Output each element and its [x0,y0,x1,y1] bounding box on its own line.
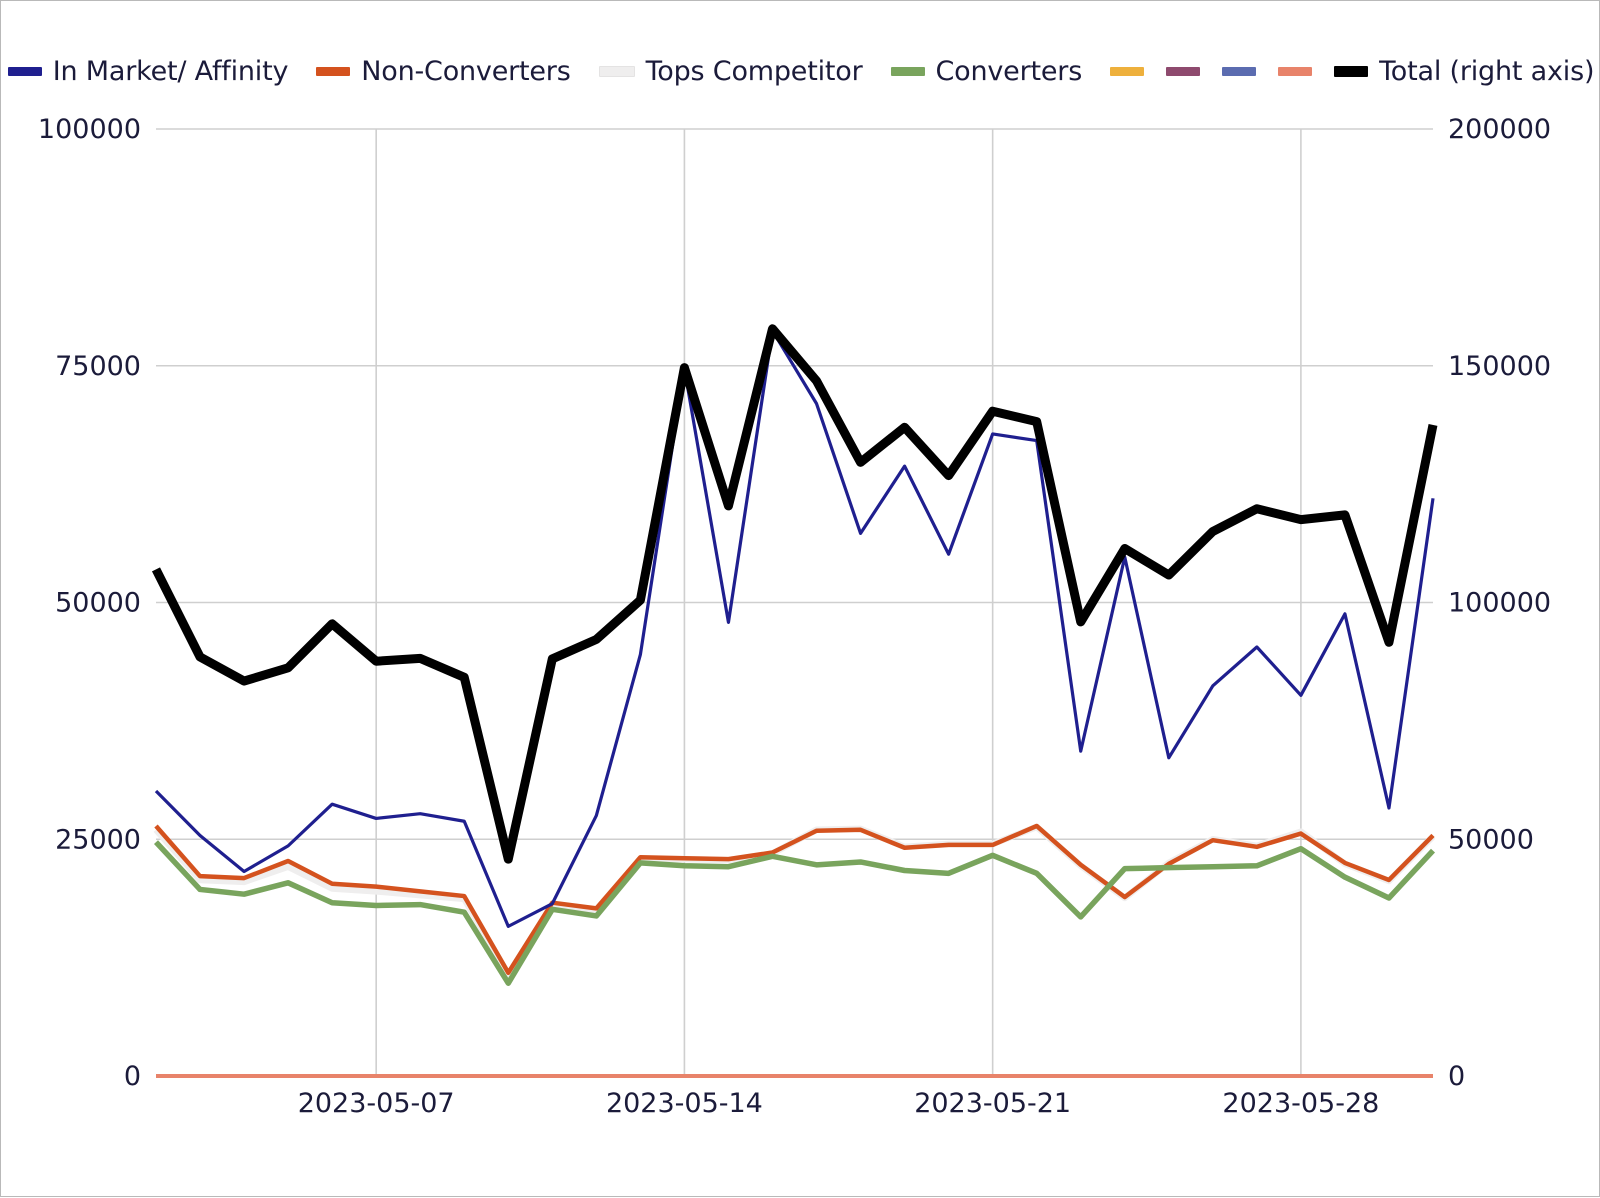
series-line-non-converters [154,823,1435,976]
series-line-total-right-axis [151,324,1438,864]
gridlines-group [156,128,1433,1076]
x-axis-tick-label: 2023-05-21 [914,1088,1071,1119]
line-chart-svg: 0 25000 50000 75000 100000 0 50000 100000 150000… [38,114,1551,1119]
left-axis-tick-label: 75000 [55,351,141,382]
left-axis-tick-label: 50000 [55,588,141,619]
chart-plot-area: 0 25000 50000 75000 100000 0 50000 100000 150000… [1,1,1600,1198]
series-line-in-market-affinity [154,329,1435,928]
series-line-converters [153,840,1436,986]
x-axis-tick-label: 2023-05-14 [606,1088,763,1119]
chart-page: In Market/ Affinity Non-Converters Tops Co… [0,0,1600,1197]
x-axis-tick-label: 2023-05-07 [298,1088,455,1119]
right-axis-tick-label: 0 [1448,1061,1465,1092]
right-axis-tick-label: 200000 [1448,114,1551,145]
series-line-tops-competitor [153,823,1436,978]
right-axis-tick-label: 50000 [1448,824,1534,855]
left-axis-tick-label: 25000 [55,824,141,855]
x-axis-tick-label: 2023-05-28 [1222,1088,1379,1119]
left-axis-tick-label: 0 [124,1061,141,1092]
series-group [151,324,1438,1078]
right-axis-tick-label: 100000 [1448,588,1551,619]
left-axis-tick-label: 100000 [38,114,141,145]
right-axis-tick-label: 150000 [1448,351,1551,382]
axis-labels-group: 0 25000 50000 75000 100000 0 50000 100000 150000… [38,114,1551,1119]
